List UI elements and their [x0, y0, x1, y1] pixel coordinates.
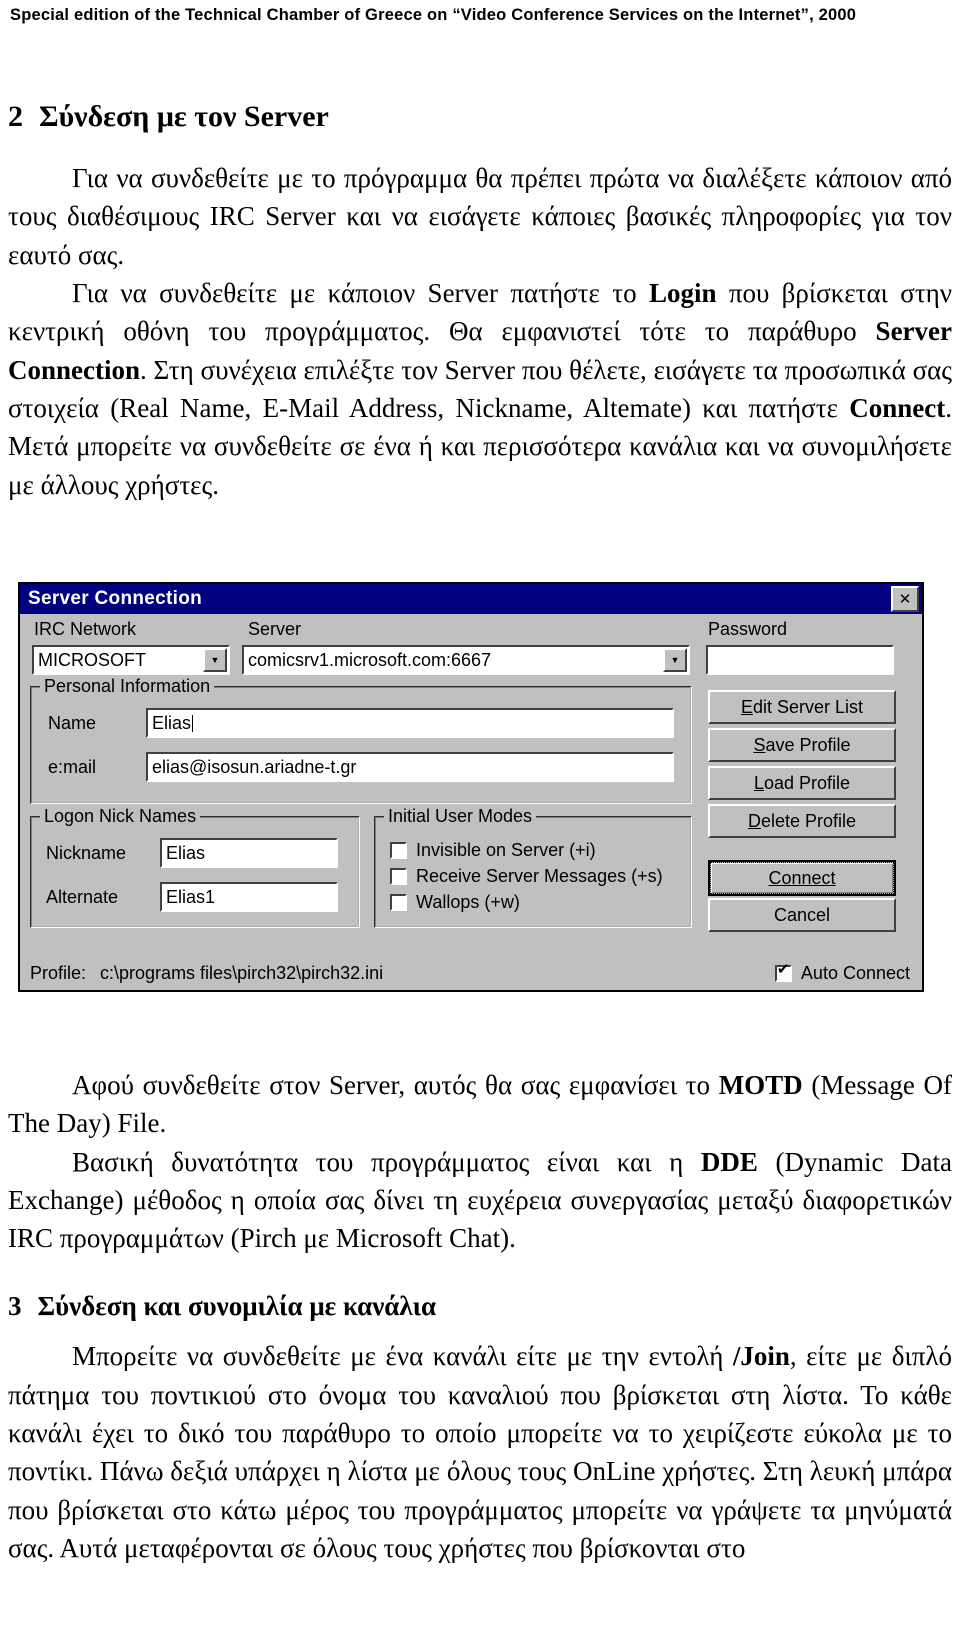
- paragraph-text: Για να συνδεθείτε με κάποιον Server πατή…: [8, 277, 953, 500]
- chevron-down-icon[interactable]: ▼: [663, 648, 687, 672]
- nickname-label: Nickname: [46, 843, 127, 863]
- server-connection-dialog[interactable]: Server Connection ✕ IRC Network Server P…: [18, 582, 924, 992]
- alternate-value: Elias1: [166, 886, 216, 907]
- section-3-paragraph-1: Μπορείτε να συνδεθείτε με ένα κανάλι είτ…: [8, 1337, 952, 1567]
- section-3-heading: 3 Σύνδεση και συνομιλία με κανάλια: [8, 1290, 952, 1322]
- irc-network-value: MICROSOFT: [38, 649, 146, 670]
- server-connection-figure: Server Connection ✕ IRC Network Server P…: [18, 582, 924, 992]
- close-icon[interactable]: ✕: [891, 586, 919, 612]
- alternate-label: Alternate: [46, 887, 119, 907]
- dialog-titlebar: Server Connection ✕: [20, 584, 922, 614]
- connect-button[interactable]: Connect: [708, 860, 896, 896]
- document-content: 2 Σύνδεση με τον Server Για να συνδεθείτε…: [8, 100, 952, 504]
- checkbox-row-wallops[interactable]: Wallops (+w): [390, 892, 684, 913]
- checkbox-receive-server-messages[interactable]: [390, 868, 407, 885]
- section-2-heading: 2 Σύνδεση με τον Server: [8, 100, 952, 133]
- checkbox-auto-connect[interactable]: [774, 962, 792, 982]
- personal-information-group: Personal Information Name Elias e:mail e…: [30, 677, 692, 804]
- button-label: oad Profile: [763, 772, 851, 793]
- name-label: Name: [48, 713, 97, 733]
- mnemonic: L: [753, 772, 764, 793]
- paragraph-text: Για να συνδεθείτε με το πρόγραμμα θα πρέ…: [8, 163, 952, 270]
- dialog-title: Server Connection: [28, 588, 203, 609]
- email-label: e:mail: [48, 757, 97, 777]
- server-combo[interactable]: comicsrv1.microsoft.com:6667 ▼: [242, 645, 690, 675]
- paragraph-text: Βασική δυνατότητα του προγράμματος είναι…: [8, 1146, 952, 1254]
- server-label: Server: [248, 619, 302, 639]
- mnemonic: S: [753, 734, 766, 755]
- document-page: Special edition of the Technical Chamber…: [0, 0, 960, 1642]
- cancel-button-label: Cancel: [773, 904, 831, 925]
- alternate-input[interactable]: Elias1: [160, 882, 338, 912]
- server-value: comicsrv1.microsoft.com:6667: [248, 649, 492, 670]
- mnemonic: E: [740, 696, 753, 717]
- auto-connect-row[interactable]: Auto Connect: [774, 962, 910, 984]
- email-input[interactable]: elias@isosun.ariadne-t.gr: [146, 752, 674, 782]
- logon-nick-names-title: Logon Nick Names: [40, 807, 201, 825]
- section-3-number: 3: [8, 1290, 22, 1321]
- edit-server-list-button[interactable]: Edit Server List: [708, 690, 896, 724]
- profile-status: Profile: c:\programs files\pirch32\pirch…: [30, 963, 383, 984]
- initial-user-modes-title: Initial User Modes: [384, 807, 537, 825]
- irc-network-label: IRC Network: [34, 619, 137, 639]
- document-content-lower: Αφού συνδεθείτε στον Server, αυτός θα σα…: [8, 1066, 952, 1567]
- text-caret: [192, 714, 194, 732]
- password-input[interactable]: [706, 645, 894, 675]
- email-value: elias@isosun.ariadne-t.gr: [152, 756, 357, 777]
- section-3-title: Σύνδεση και συνομιλία με κανάλια: [37, 1290, 437, 1321]
- irc-network-combo[interactable]: MICROSOFT ▼: [32, 645, 230, 675]
- button-label: ave Profile: [765, 734, 851, 755]
- checkbox-label: Receive Server Messages (+s): [416, 866, 663, 886]
- load-profile-button[interactable]: Load Profile: [708, 766, 896, 800]
- auto-connect-label: Auto Connect: [800, 963, 910, 983]
- checkbox-label: Invisible on Server (+i): [416, 840, 596, 860]
- name-value: Elias: [152, 712, 192, 733]
- checkbox-row-receive-server-messages[interactable]: Receive Server Messages (+s): [390, 866, 684, 887]
- checkbox-label: Wallops (+w): [416, 892, 520, 912]
- mnemonic: D: [747, 810, 761, 831]
- paragraph-text: Μπορείτε να συνδεθείτε με ένα κανάλι είτ…: [8, 1341, 952, 1563]
- after-figure-paragraph-1: Αφού συνδεθείτε στον Server, αυτός θα σα…: [8, 1066, 952, 1143]
- chevron-down-icon[interactable]: ▼: [203, 648, 227, 672]
- name-input[interactable]: Elias: [146, 708, 674, 738]
- section-2-paragraph-2: Για να συνδεθείτε με κάποιον Server πατή…: [8, 274, 952, 504]
- profile-path: c:\programs files\pirch32\pirch32.ini: [100, 963, 384, 983]
- checkbox-row-invisible[interactable]: Invisible on Server (+i): [390, 840, 684, 861]
- initial-user-modes-group: Initial User Modes Invisible on Server (…: [374, 807, 692, 928]
- button-label: dit Server List: [752, 696, 864, 717]
- after-figure-paragraph-2: Βασική δυνατότητα του προγράμματος είναι…: [8, 1143, 952, 1258]
- paragraph-text: Αφού συνδεθείτε στον Server, αυτός θα σα…: [8, 1070, 952, 1139]
- nickname-input[interactable]: Elias: [160, 838, 338, 868]
- logon-nick-names-group: Logon Nick Names Nickname Elias Alternat…: [30, 807, 360, 928]
- section-2-number: 2: [8, 100, 23, 133]
- nickname-value: Elias: [166, 842, 206, 863]
- section-2-paragraph-1: Για να συνδεθείτε με το πρόγραμμα θα πρέ…: [8, 159, 952, 274]
- cancel-button[interactable]: Cancel: [708, 898, 896, 932]
- running-header: Special edition of the Technical Chamber…: [10, 6, 857, 24]
- personal-information-title: Personal Information: [40, 677, 215, 695]
- checkbox-wallops[interactable]: [390, 894, 407, 911]
- section-2-title: Σύνδεση με τον Server: [39, 100, 329, 133]
- dialog-body: IRC Network Server Password MICROSOFT ▼ …: [20, 614, 922, 990]
- user-modes-list: Invisible on Server (+i) Receive Server …: [390, 840, 684, 918]
- save-profile-button[interactable]: Save Profile: [708, 728, 896, 762]
- connect-button-label: Connect: [768, 867, 836, 888]
- password-label: Password: [708, 619, 788, 639]
- profile-label: Profile:: [30, 963, 87, 983]
- checkbox-invisible-on-server[interactable]: [390, 842, 407, 859]
- button-label: elete Profile: [760, 810, 857, 831]
- delete-profile-button[interactable]: Delete Profile: [708, 804, 896, 838]
